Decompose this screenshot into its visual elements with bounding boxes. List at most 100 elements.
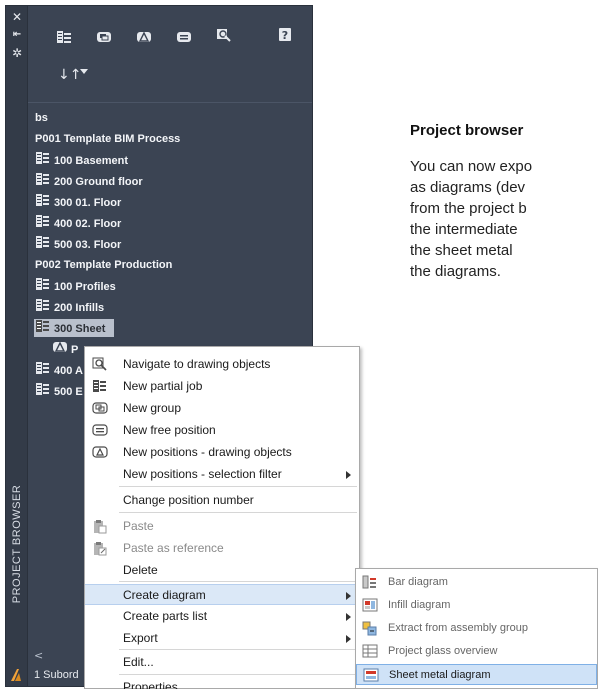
navigate-toolbar-icon[interactable] [216, 28, 232, 42]
doc-line: the sheet metal [410, 242, 513, 259]
menu-separator [119, 512, 357, 513]
menu-separator [119, 486, 357, 487]
menu-item-edit[interactable]: Edit... [85, 652, 359, 673]
menu-item-label: Create parts list [123, 609, 208, 623]
properties-icon[interactable]: ✲ [10, 46, 24, 60]
tree-item[interactable]: 100 Basement [28, 151, 312, 169]
partial-job-icon [35, 151, 51, 171]
position-drawing-toolbar-icon[interactable] [136, 30, 152, 44]
group-icon [92, 401, 108, 416]
submenu-item-label: Sheet metal diagram [389, 669, 491, 681]
tree-item-label: 100 Basement [54, 154, 128, 167]
doc-heading: Project browser [410, 122, 524, 139]
help-icon[interactable]: ? [278, 28, 294, 42]
tree-item-label: 500 E [54, 385, 83, 398]
menu-item-properties[interactable]: Properties [85, 677, 359, 689]
bar-diagram-icon [362, 575, 378, 590]
close-icon[interactable]: ✕ [10, 10, 24, 24]
submenu-arrow-icon [346, 635, 351, 643]
autocad-logo-icon [11, 669, 21, 681]
position-icon [52, 340, 68, 360]
menu-item-new-group[interactable]: New group [85, 398, 359, 419]
menu-separator [119, 581, 357, 582]
submenu-item-sheet-metal-diagram[interactable]: Sheet metal diagram [356, 664, 597, 685]
menu-item-new-free-position[interactable]: New free position [85, 420, 359, 441]
group-toolbar-icon[interactable] [96, 30, 112, 44]
navigate-icon [92, 357, 108, 372]
tree-item[interactable]: 300 01. Floor [28, 193, 312, 211]
menu-item-new-positions-selection-filter[interactable]: New positions - selection filter [85, 464, 359, 485]
doc-line: the intermediate [410, 221, 518, 238]
doc-line: as diagrams (dev [410, 179, 526, 196]
tree-item[interactable]: 100 Profiles [28, 277, 312, 295]
sort-dropdown-caret-icon[interactable] [80, 69, 88, 74]
tree-item-label: 400 A [54, 364, 83, 377]
submenu-item-label: Bar diagram [388, 576, 448, 588]
submenu-item-extract-from-assembly-group[interactable]: Extract from assembly group [356, 618, 597, 639]
menu-separator [119, 649, 357, 650]
partial-job-icon [35, 382, 51, 402]
menu-item-label: Change position number [123, 493, 254, 507]
partial-job-icon [35, 193, 51, 213]
menu-item-new-partial-job[interactable]: New partial job [85, 376, 359, 397]
tree-root[interactable]: bs [28, 109, 312, 127]
infill-diagram-icon [362, 598, 378, 613]
sort-icon[interactable]: ↓↑ [58, 67, 81, 83]
menu-item-delete[interactable]: Delete [85, 560, 359, 581]
tree-item-label: 500 03. Floor [54, 238, 122, 251]
scroll-left-icon[interactable]: < [34, 649, 43, 662]
autohide-icon[interactable]: ⇤ [10, 28, 24, 42]
tree-item[interactable]: 200 Infills [28, 298, 312, 316]
tree-item[interactable]: 400 02. Floor [28, 214, 312, 232]
tree-item[interactable]: 200 Ground floor [28, 172, 312, 190]
tree-item-project[interactable]: P001 Template BIM Process [28, 130, 312, 148]
sheet-metal-diagram-icon [363, 668, 379, 683]
menu-item-export[interactable]: Export [85, 628, 359, 649]
submenu-arrow-icon [346, 471, 351, 479]
tree-item-label: 400 02. Floor [54, 217, 122, 230]
menu-item-navigate-to-drawing-objects[interactable]: Navigate to drawing objects [85, 354, 359, 375]
menu-item-label: New partial job [123, 379, 203, 393]
tree-item[interactable]: 500 03. Floor [28, 235, 312, 253]
menu-item-label: New positions - drawing objects [123, 445, 292, 459]
doc-line: the diagrams. [410, 263, 501, 280]
glass-overview-icon [362, 644, 378, 659]
sort-bar: ↓↑ [28, 60, 312, 90]
status-text: 1 Subord [34, 669, 79, 681]
tree-item-label: P [71, 343, 79, 356]
partial-job-icon [35, 277, 51, 297]
submenu-item-project-glass-overview[interactable]: Project glass overview [356, 641, 597, 662]
submenu-item-infill-diagram[interactable]: Infill diagram [356, 595, 597, 616]
menu-item-create-diagram[interactable]: Create diagram [85, 584, 359, 605]
menu-item-label: Export [123, 631, 158, 645]
menu-item-label: Delete [123, 563, 158, 577]
menu-separator [119, 674, 357, 675]
submenu-arrow-icon [346, 613, 351, 621]
menu-item-paste-as-reference[interactable]: Paste as reference [85, 538, 359, 559]
paste-reference-icon [92, 541, 108, 556]
menu-item-new-positions-drawing-objects[interactable]: New positions - drawing objects [85, 442, 359, 463]
tree-item-label: 300 Sheet [54, 322, 106, 335]
free-position-icon [92, 423, 108, 438]
tree-item-project[interactable]: P002 Template Production [28, 256, 312, 274]
tree-item[interactable]: 300 Sheet [28, 319, 312, 337]
paste-icon [92, 519, 108, 534]
submenu-item-bar-diagram[interactable]: Bar diagram [356, 572, 597, 593]
free-position-toolbar-icon[interactable] [176, 30, 192, 44]
menu-item-label: Paste [123, 519, 154, 533]
tree-item-label: P001 Template BIM Process [35, 133, 181, 145]
assembly-extract-icon [362, 621, 378, 636]
doc-paragraph: You can now expo as diagrams (dev from the… [410, 156, 596, 282]
menu-item-label: Paste as reference [123, 541, 224, 555]
submenu-item-label: Extract from assembly group [388, 622, 528, 634]
positions-drawing-icon [92, 445, 108, 460]
palette-toolbar: ? [28, 6, 312, 54]
menu-item-paste[interactable]: Paste [85, 516, 359, 537]
partial-job-icon [35, 172, 51, 192]
partial-job-toolbar-icon[interactable] [56, 30, 72, 44]
menu-item-create-parts-list[interactable]: Create parts list [85, 606, 359, 627]
menu-item-label: Navigate to drawing objects [123, 357, 271, 371]
menu-item-change-position-number[interactable]: Change position number [85, 490, 359, 511]
partial-job-icon [35, 319, 51, 339]
doc-line: You can now expo [410, 158, 533, 175]
